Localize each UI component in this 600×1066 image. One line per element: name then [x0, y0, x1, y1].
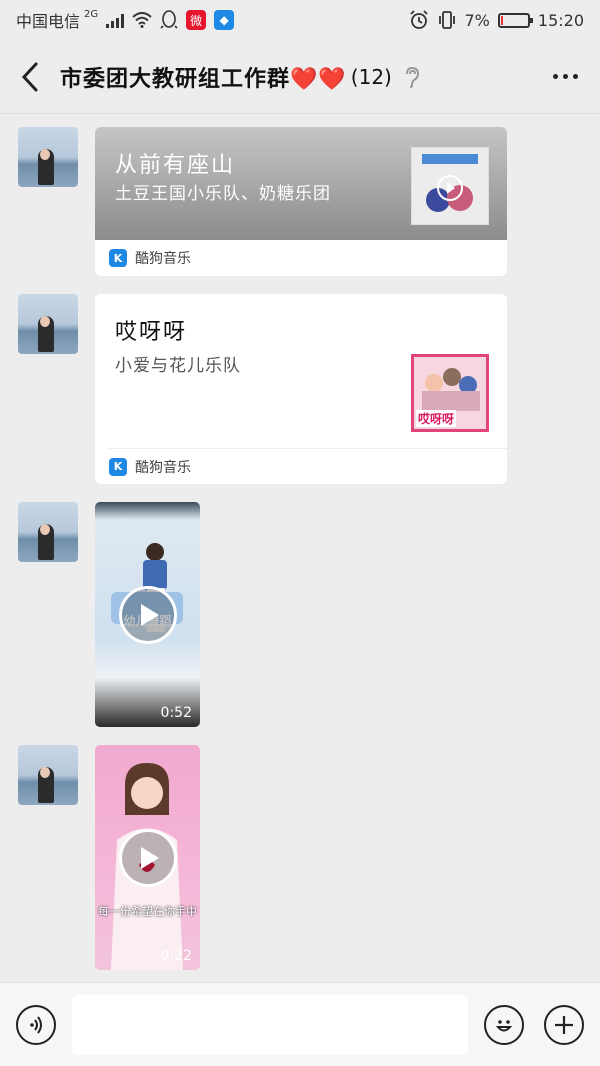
source-label: 酷狗音乐	[135, 459, 191, 476]
back-button[interactable]	[0, 40, 60, 114]
video-message[interactable]: 幼儿舞蹈 0:52	[95, 502, 200, 727]
battery-level	[500, 15, 503, 25]
shield-icon: ◆	[214, 10, 235, 30]
carrier-label: 中国电信	[16, 12, 81, 31]
video-duration: 0:52	[160, 705, 192, 721]
qq-icon	[160, 10, 178, 29]
song-title: 从前有座山	[115, 153, 236, 178]
video-duration: 0:22	[160, 948, 192, 964]
song-title: 哎呀呀	[115, 320, 188, 345]
album-cover: 哎呀呀	[411, 354, 489, 432]
play-icon[interactable]	[118, 585, 177, 644]
song-artist: 土豆王国小乐队、奶糖乐团	[115, 184, 331, 204]
chevron-left-icon	[21, 62, 38, 91]
sender-avatar[interactable]	[18, 502, 78, 562]
battery-icon	[497, 12, 533, 28]
more-button[interactable]	[530, 40, 600, 114]
video-message[interactable]: 每一份希望在你手中 0:22	[95, 745, 200, 970]
clock: 15:20	[537, 10, 584, 30]
input-bar	[0, 982, 600, 1066]
chat-header: 市委团大教研组工作群❤️❤️ (12)	[0, 40, 600, 114]
signal-icon	[106, 12, 125, 28]
video-caption: 每一份希望在你手中	[98, 905, 197, 918]
voice-button[interactable]	[16, 1005, 56, 1045]
music-card[interactable]: 从前有座山 土豆王国小乐队、奶糖乐团 K 酷狗音乐	[95, 127, 507, 276]
member-count: (12)	[350, 64, 392, 89]
emoji-button[interactable]	[484, 1005, 524, 1045]
alarm-icon	[409, 10, 428, 29]
message-input[interactable]	[72, 995, 468, 1055]
status-bar: 中国电信 2G 微 ◆ 7% 15:20	[0, 0, 600, 40]
music-source: K 酷狗音乐	[109, 448, 507, 484]
album-cover	[411, 147, 489, 225]
plus-icon	[555, 1016, 573, 1034]
vibrate-icon	[438, 11, 455, 29]
sender-avatar[interactable]	[18, 127, 78, 187]
battery-percent: 7%	[464, 10, 490, 30]
cover-text: 哎呀呀	[416, 410, 457, 427]
sender-avatar[interactable]	[18, 745, 78, 805]
source-label: 酷狗音乐	[135, 251, 191, 267]
music-source: K 酷狗音乐	[95, 240, 507, 276]
voice-icon	[30, 1016, 42, 1034]
ear-icon	[405, 66, 419, 88]
add-button[interactable]	[544, 1005, 584, 1045]
kugou-icon: K	[109, 457, 127, 476]
network-type: 2G	[84, 8, 99, 20]
play-icon[interactable]	[118, 828, 177, 887]
weibo-icon: 微	[186, 10, 207, 30]
group-title: 市委团大教研组工作群❤️❤️	[60, 66, 347, 92]
song-artist: 小爱与花儿乐队	[115, 356, 241, 376]
kugou-icon: K	[109, 249, 127, 267]
more-dots-icon	[552, 74, 558, 79]
wifi-icon	[132, 12, 152, 28]
emoji-icon	[495, 1020, 513, 1032]
music-card[interactable]: 哎呀呀 小爱与花儿乐队 哎呀呀 K 酷狗音乐	[95, 294, 507, 484]
sender-avatar[interactable]	[18, 294, 78, 354]
